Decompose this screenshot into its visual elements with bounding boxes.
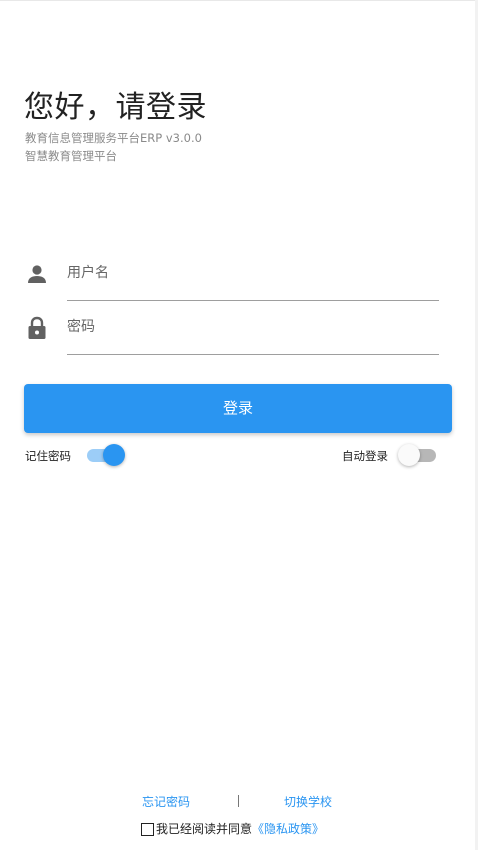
remember-password-label: 记住密码: [25, 449, 71, 463]
toggle-knob: [398, 444, 420, 466]
person-icon: [26, 263, 48, 285]
auto-login-label: 自动登录: [342, 449, 388, 463]
password-underline: [67, 354, 439, 355]
username-underline: [67, 300, 439, 301]
footer-separator: [238, 795, 239, 807]
forgot-password-link[interactable]: 忘记密码: [142, 794, 190, 810]
app-version-text: 教育信息管理服务平台ERP v3.0.0: [25, 131, 202, 145]
toggle-knob: [103, 444, 125, 466]
agree-checkbox[interactable]: [141, 822, 154, 836]
page-title: 您好，请登录: [24, 90, 207, 125]
login-button[interactable]: 登录: [24, 384, 452, 433]
username-input[interactable]: 用户名: [67, 263, 109, 283]
remember-password-toggle[interactable]: [85, 443, 125, 467]
switch-school-link[interactable]: 切换学校: [284, 794, 332, 810]
app-subtitle-text: 智慧教育管理平台: [25, 149, 117, 163]
auto-login-toggle[interactable]: [398, 443, 438, 467]
agree-text: 我已经阅读并同意: [156, 822, 253, 836]
lock-icon: [26, 316, 48, 339]
password-input[interactable]: 密码: [67, 317, 95, 337]
privacy-policy-link[interactable]: 《隐私政策》: [252, 821, 324, 837]
top-divider: [0, 0, 478, 1]
privacy-agreement-row: 我已经阅读并同意 《隐私政策》: [141, 820, 324, 838]
